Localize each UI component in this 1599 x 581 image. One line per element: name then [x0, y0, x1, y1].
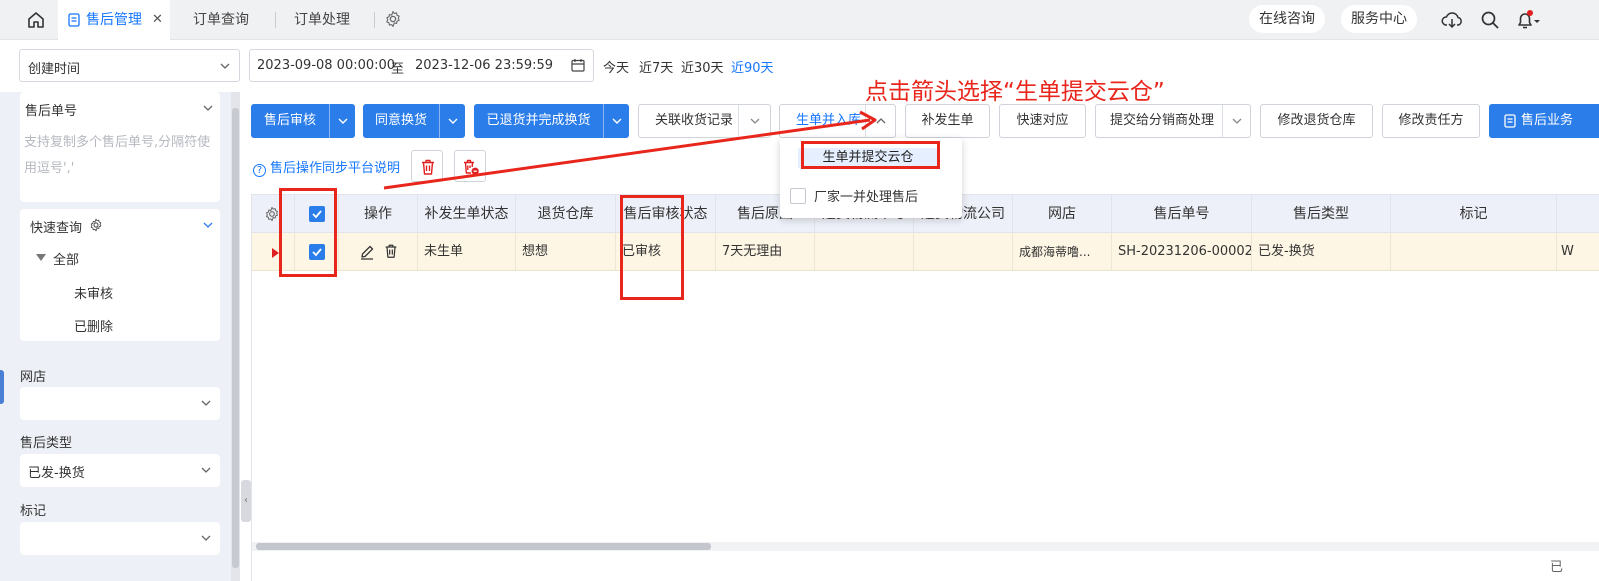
highlight-box-audit-status	[620, 195, 684, 300]
annotation-arrow	[383, 110, 877, 190]
highlight-box-menu-item	[801, 141, 940, 169]
highlight-box-checkboxes	[279, 188, 337, 277]
